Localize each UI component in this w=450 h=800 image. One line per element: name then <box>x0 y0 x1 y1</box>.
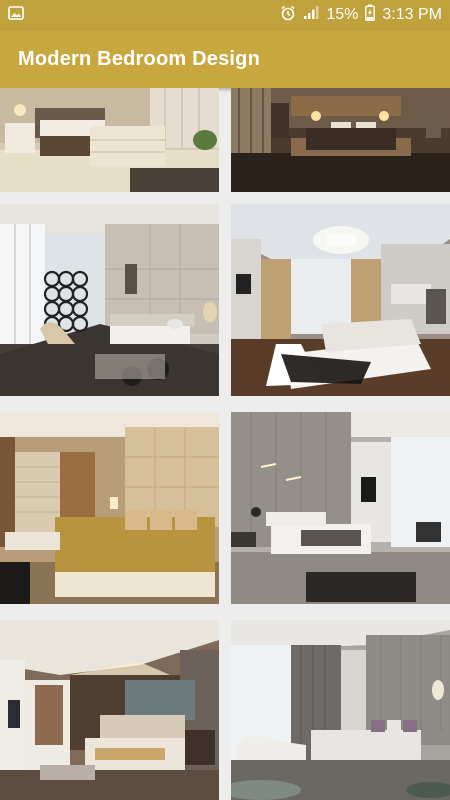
battery-percent: 15% <box>326 6 359 23</box>
clock-time: 3:13 PM <box>382 6 442 23</box>
bedroom-thumbnail-6[interactable] <box>231 412 450 604</box>
bedroom-thumbnail-3[interactable] <box>0 204 219 396</box>
status-bar: 15% 3:13 PM <box>0 0 450 30</box>
alarm-icon <box>280 5 296 26</box>
bedroom-thumbnail-4[interactable] <box>231 204 450 396</box>
bedroom-thumbnail-5[interactable] <box>0 412 219 604</box>
battery-charging-icon <box>365 4 376 26</box>
bedroom-thumbnail-8[interactable] <box>231 620 450 800</box>
signal-icon <box>303 5 319 25</box>
gallery-notification-icon <box>8 5 24 25</box>
bedroom-thumbnail-2[interactable] <box>231 88 450 192</box>
app-title: Modern Bedroom Design <box>18 47 260 70</box>
bedroom-thumbnail-7[interactable] <box>0 620 219 800</box>
bedroom-thumbnail-1[interactable] <box>0 88 219 192</box>
app-bar: Modern Bedroom Design <box>0 30 450 88</box>
gallery-grid <box>0 88 450 800</box>
